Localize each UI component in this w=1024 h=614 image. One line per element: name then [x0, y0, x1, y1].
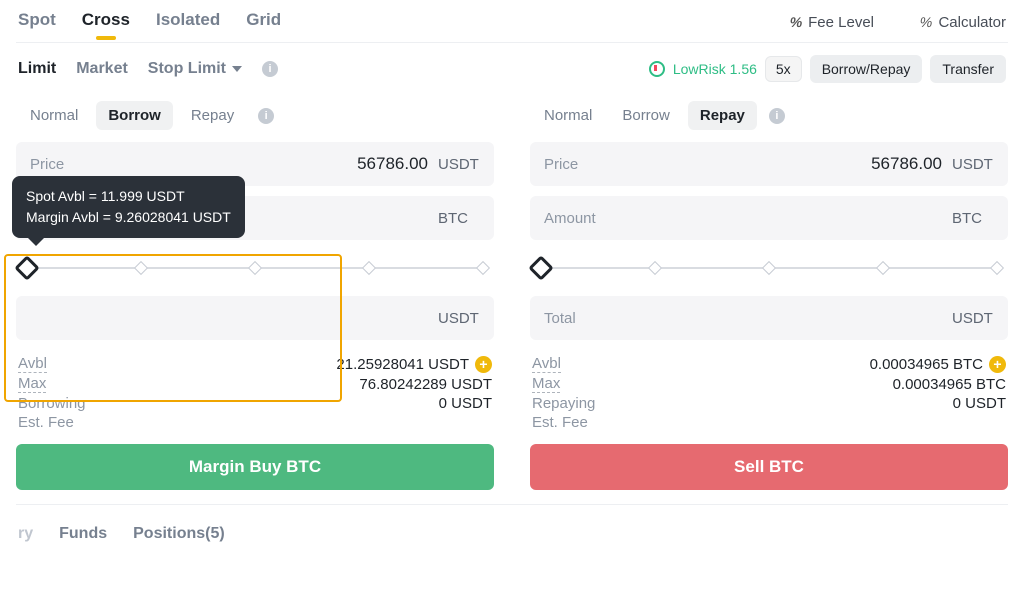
sell-mode-borrow[interactable]: Borrow — [610, 101, 682, 130]
buy-avbl-row: Avbl 21.25928041 USDT + — [16, 354, 494, 374]
calculator-link[interactable]: Calculator — [920, 14, 1006, 31]
tab-grid[interactable]: Grid — [246, 10, 281, 34]
risk-label: LowRisk 1.56 — [673, 61, 757, 77]
info-icon[interactable]: i — [262, 61, 278, 77]
tab-cross[interactable]: Cross — [82, 10, 130, 34]
buy-total-input[interactable]: . USDT — [16, 296, 494, 340]
buy-mode-normal[interactable]: Normal — [18, 101, 90, 130]
sell-repaying-row: Repaying 0 USDT — [530, 394, 1008, 413]
order-type-row: Limit Market Stop Limit i LowRisk 1.56 5… — [16, 43, 1008, 89]
sell-mode-normal[interactable]: Normal — [532, 101, 604, 130]
borrow-repay-button[interactable]: Borrow/Repay — [810, 55, 923, 83]
fee-label: Est. Fee — [18, 414, 74, 431]
sell-amount-field[interactable] — [606, 208, 942, 228]
buy-panel: Normal Borrow Repay i Price USDT Amount … — [16, 89, 494, 490]
buy-mode-repay[interactable]: Repay — [179, 101, 246, 130]
amount-unit: BTC — [438, 210, 480, 227]
buy-max-row: Max 76.80242289 USDT — [16, 374, 494, 394]
sell-fee-row: Est. Fee — [530, 413, 1008, 432]
sell-total-field[interactable] — [586, 308, 942, 328]
max-value: 0.00034965 BTC — [893, 376, 1006, 393]
borrowing-value: 0 USDT — [439, 395, 492, 412]
chevron-down-icon — [232, 66, 242, 72]
sell-total-input[interactable]: Total USDT — [530, 296, 1008, 340]
sell-mode-repay[interactable]: Repay — [688, 101, 757, 130]
total-label: Total — [544, 310, 576, 327]
slider-handle[interactable] — [15, 255, 40, 280]
margin-mode-tabs: Spot Cross Isolated Grid Fee Level Calcu… — [16, 6, 1008, 43]
repaying-value: 0 USDT — [953, 395, 1006, 412]
leverage-selector[interactable]: 5x — [765, 56, 802, 82]
slider-handle[interactable] — [529, 255, 554, 280]
max-label: Max — [532, 375, 560, 393]
sell-amount-input[interactable]: Amount BTC — [530, 196, 1008, 240]
max-label: Max — [18, 375, 46, 393]
fee-level-link[interactable]: Fee Level — [790, 14, 874, 31]
calculator-icon — [920, 14, 932, 31]
add-funds-icon[interactable]: + — [989, 356, 1006, 373]
info-icon[interactable]: i — [769, 108, 785, 124]
sell-panel: Normal Borrow Repay i Price USDT Amount … — [530, 89, 1008, 490]
fee-level-label: Fee Level — [808, 14, 874, 31]
price-label: Price — [30, 156, 64, 173]
percent-icon — [790, 14, 802, 31]
info-icon[interactable]: i — [258, 108, 274, 124]
sell-button[interactable]: Sell BTC — [530, 444, 1008, 490]
sell-max-row: Max 0.00034965 BTC — [530, 374, 1008, 394]
buy-mode-borrow[interactable]: Borrow — [96, 101, 173, 130]
margin-buy-button[interactable]: Margin Buy BTC — [16, 444, 494, 490]
stop-limit-label: Stop Limit — [148, 60, 226, 78]
total-unit: USDT — [438, 310, 480, 327]
bottom-tab-funds[interactable]: Funds — [59, 525, 107, 543]
bottom-tabs: ry Funds Positions(5) — [16, 504, 1008, 543]
price-label: Price — [544, 156, 578, 173]
risk-gauge-icon — [649, 61, 665, 77]
sell-percent-slider[interactable] — [532, 252, 1006, 284]
tab-spot[interactable]: Spot — [18, 10, 56, 34]
avbl-value: 21.25928041 USDT — [336, 356, 469, 373]
total-unit: USDT — [952, 310, 994, 327]
avbl-tooltip: Spot Avbl = 11.999 USDT Margin Avbl = 9.… — [12, 176, 245, 238]
transfer-button[interactable]: Transfer — [930, 55, 1006, 83]
order-tab-stop-limit[interactable]: Stop Limit — [148, 60, 242, 78]
buy-percent-slider[interactable]: Spot Avbl = 11.999 USDT Margin Avbl = 9.… — [18, 252, 492, 284]
sell-mode-segment: Normal Borrow Repay i — [530, 89, 1008, 142]
order-panels: Normal Borrow Repay i Price USDT Amount … — [16, 89, 1008, 490]
bottom-tab-truncated[interactable]: ry — [18, 525, 33, 543]
avbl-label: Avbl — [18, 355, 47, 373]
bottom-tab-positions[interactable]: Positions(5) — [133, 525, 225, 543]
price-unit: USDT — [952, 156, 994, 173]
repaying-label: Repaying — [532, 395, 595, 412]
max-value: 76.80242289 USDT — [359, 376, 492, 393]
price-unit: USDT — [438, 156, 480, 173]
sell-price-input[interactable]: Price USDT — [530, 142, 1008, 186]
buy-mode-segment: Normal Borrow Repay i — [16, 89, 494, 142]
amount-label: Amount — [544, 210, 596, 227]
sell-price-field[interactable] — [588, 154, 942, 174]
buy-total-field[interactable] — [44, 308, 428, 328]
fee-label: Est. Fee — [532, 414, 588, 431]
buy-borrowing-row: Borrowing 0 USDT — [16, 394, 494, 413]
order-tab-limit[interactable]: Limit — [18, 60, 56, 78]
borrowing-label: Borrowing — [18, 395, 86, 412]
buy-fee-row: Est. Fee — [16, 413, 494, 432]
order-tab-market[interactable]: Market — [76, 60, 128, 78]
calculator-label: Calculator — [938, 14, 1006, 31]
avbl-value: 0.00034965 BTC — [870, 356, 983, 373]
sell-avbl-row: Avbl 0.00034965 BTC + — [530, 354, 1008, 374]
add-funds-icon[interactable]: + — [475, 356, 492, 373]
amount-unit: BTC — [952, 210, 994, 227]
buy-price-field[interactable] — [74, 154, 428, 174]
tab-isolated[interactable]: Isolated — [156, 10, 220, 34]
avbl-label: Avbl — [532, 355, 561, 373]
